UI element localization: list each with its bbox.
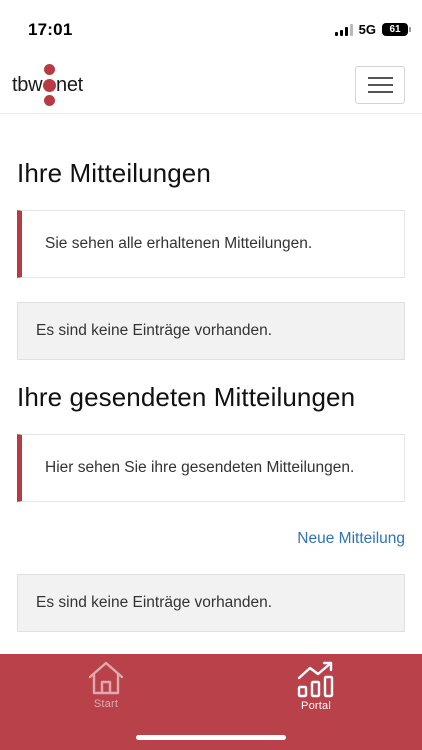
battery-level: 61 [389,23,401,35]
sent-messages-title: Ihre gesendeten Mitteilungen [17,382,356,412]
status-indicators: 5G 61 [334,22,411,37]
battery-icon: 61 [382,23,411,36]
received-empty-text: Es sind keine Einträge vorhanden. [36,322,273,339]
sent-empty-state: Es sind keine Einträge vorhanden. [17,574,405,632]
nav-item-start[interactable]: Start [78,660,134,710]
received-messages-title: Ihre Mitteilungen [17,158,211,188]
nav-item-portal[interactable]: Portal [288,660,344,712]
sent-info-text: Hier sehen Sie ihre gesendeten Mitteilun… [45,459,355,476]
nav-label-portal: Portal [301,700,331,712]
received-empty-state: Es sind keine Einträge vorhanden. [17,302,405,360]
status-bar: 17:01 5G 61 [0,0,422,56]
logo-text-right: net [56,74,83,96]
chart-icon [297,661,334,698]
nav-label-start: Start [93,698,119,710]
home-icon [88,661,124,695]
logo-dot [44,95,55,106]
menu-button[interactable] [355,66,405,104]
network-label: 5G [358,22,376,37]
sent-info-box: Hier sehen Sie ihre gesendeten Mitteilun… [17,434,405,502]
received-info-box: Sie sehen alle erhaltenen Mitteilungen. [17,210,405,278]
status-time: 17:01 [28,20,73,39]
logo-dot [44,64,55,75]
hamburger-icon [367,77,393,79]
received-info-text: Sie sehen alle erhaltenen Mitteilungen. [45,235,313,252]
new-message-link[interactable]: Neue Mitteilung [297,530,405,548]
logo-text-left: tbw [12,74,43,96]
logo-dot [43,79,56,92]
home-indicator[interactable] [136,735,286,740]
sent-empty-text: Es sind keine Einträge vorhanden. [36,594,273,611]
signal-icon [334,23,353,36]
app-header: tbw net [0,56,422,114]
tbwnet-logo[interactable]: tbw net [12,60,102,110]
